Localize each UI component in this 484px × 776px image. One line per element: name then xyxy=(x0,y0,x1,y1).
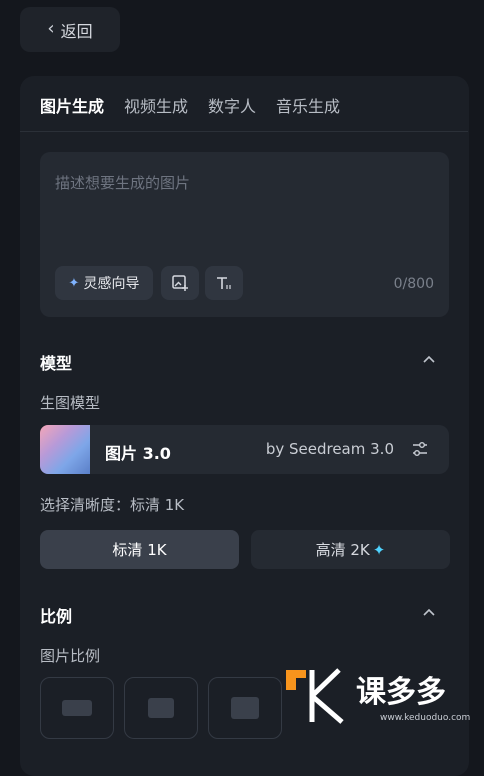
ratio-shape-icon xyxy=(148,698,174,718)
model-selector[interactable]: 图片 3.0 by Seedream 3.0 xyxy=(40,425,449,474)
image-add-icon xyxy=(172,275,188,291)
text-style-button[interactable] xyxy=(205,266,243,300)
model-section-title: 模型 xyxy=(40,354,73,373)
resolution-sd-button[interactable]: 标清 1K xyxy=(40,530,239,569)
image-model-label: 生图模型 xyxy=(40,394,101,412)
watermark-logo: 课多多 www.keduoduo.com xyxy=(284,666,484,726)
collapse-model-icon[interactable] xyxy=(423,351,435,367)
collapse-ratio-icon[interactable] xyxy=(423,604,435,620)
chevron-left-icon: ‹ xyxy=(47,18,55,39)
tab-bar: 图片生成 视频生成 数字人 音乐生成 xyxy=(40,93,340,117)
model-provider: by Seedream 3.0 xyxy=(265,440,394,458)
resolution-hd-button[interactable]: 高清 2K ✦ xyxy=(251,530,450,569)
ratio-shape-icon xyxy=(62,700,92,716)
watermark-text: 课多多 xyxy=(356,675,446,710)
ratio-section-title: 比例 xyxy=(40,607,73,626)
image-ratio-label: 图片比例 xyxy=(40,647,101,665)
resolution-hd-label: 高清 2K xyxy=(315,541,370,559)
reference-image-button[interactable] xyxy=(161,266,199,300)
tab-music-generation[interactable]: 音乐生成 xyxy=(276,93,340,117)
ratio-shape-icon xyxy=(231,697,259,719)
model-name: 图片 3.0 xyxy=(105,444,171,463)
tab-video-generation[interactable]: 视频生成 xyxy=(124,93,188,117)
resolution-label: 选择清晰度：标清 1K xyxy=(40,496,185,514)
ratio-option[interactable] xyxy=(40,677,114,739)
tab-image-generation[interactable]: 图片生成 xyxy=(40,93,104,117)
sparkle-icon: ✦ xyxy=(68,275,80,291)
character-counter: 0/800 xyxy=(393,276,434,292)
back-label: 返回 xyxy=(60,21,93,41)
ratio-option[interactable] xyxy=(124,677,198,739)
resolution-sd-label: 标清 1K xyxy=(112,541,167,559)
sparkle-icon: ✦ xyxy=(372,540,386,559)
inspiration-guide-button[interactable]: ✦ 灵感向导 xyxy=(55,266,153,300)
tab-digital-human[interactable]: 数字人 xyxy=(208,93,256,117)
tab-divider xyxy=(20,131,468,132)
watermark-url: www.keduoduo.com xyxy=(380,713,470,723)
prompt-input[interactable]: 描述想要生成的图片 ✦ 灵感向导 0/800 xyxy=(40,152,449,317)
text-format-icon xyxy=(217,277,231,289)
sliders-icon[interactable] xyxy=(411,440,429,462)
back-button[interactable]: ‹ 返回 xyxy=(20,7,120,52)
prompt-placeholder: 描述想要生成的图片 xyxy=(55,174,191,192)
ratio-option[interactable] xyxy=(208,677,282,739)
model-thumbnail xyxy=(40,425,90,474)
inspiration-guide-label: 灵感向导 xyxy=(83,276,140,292)
